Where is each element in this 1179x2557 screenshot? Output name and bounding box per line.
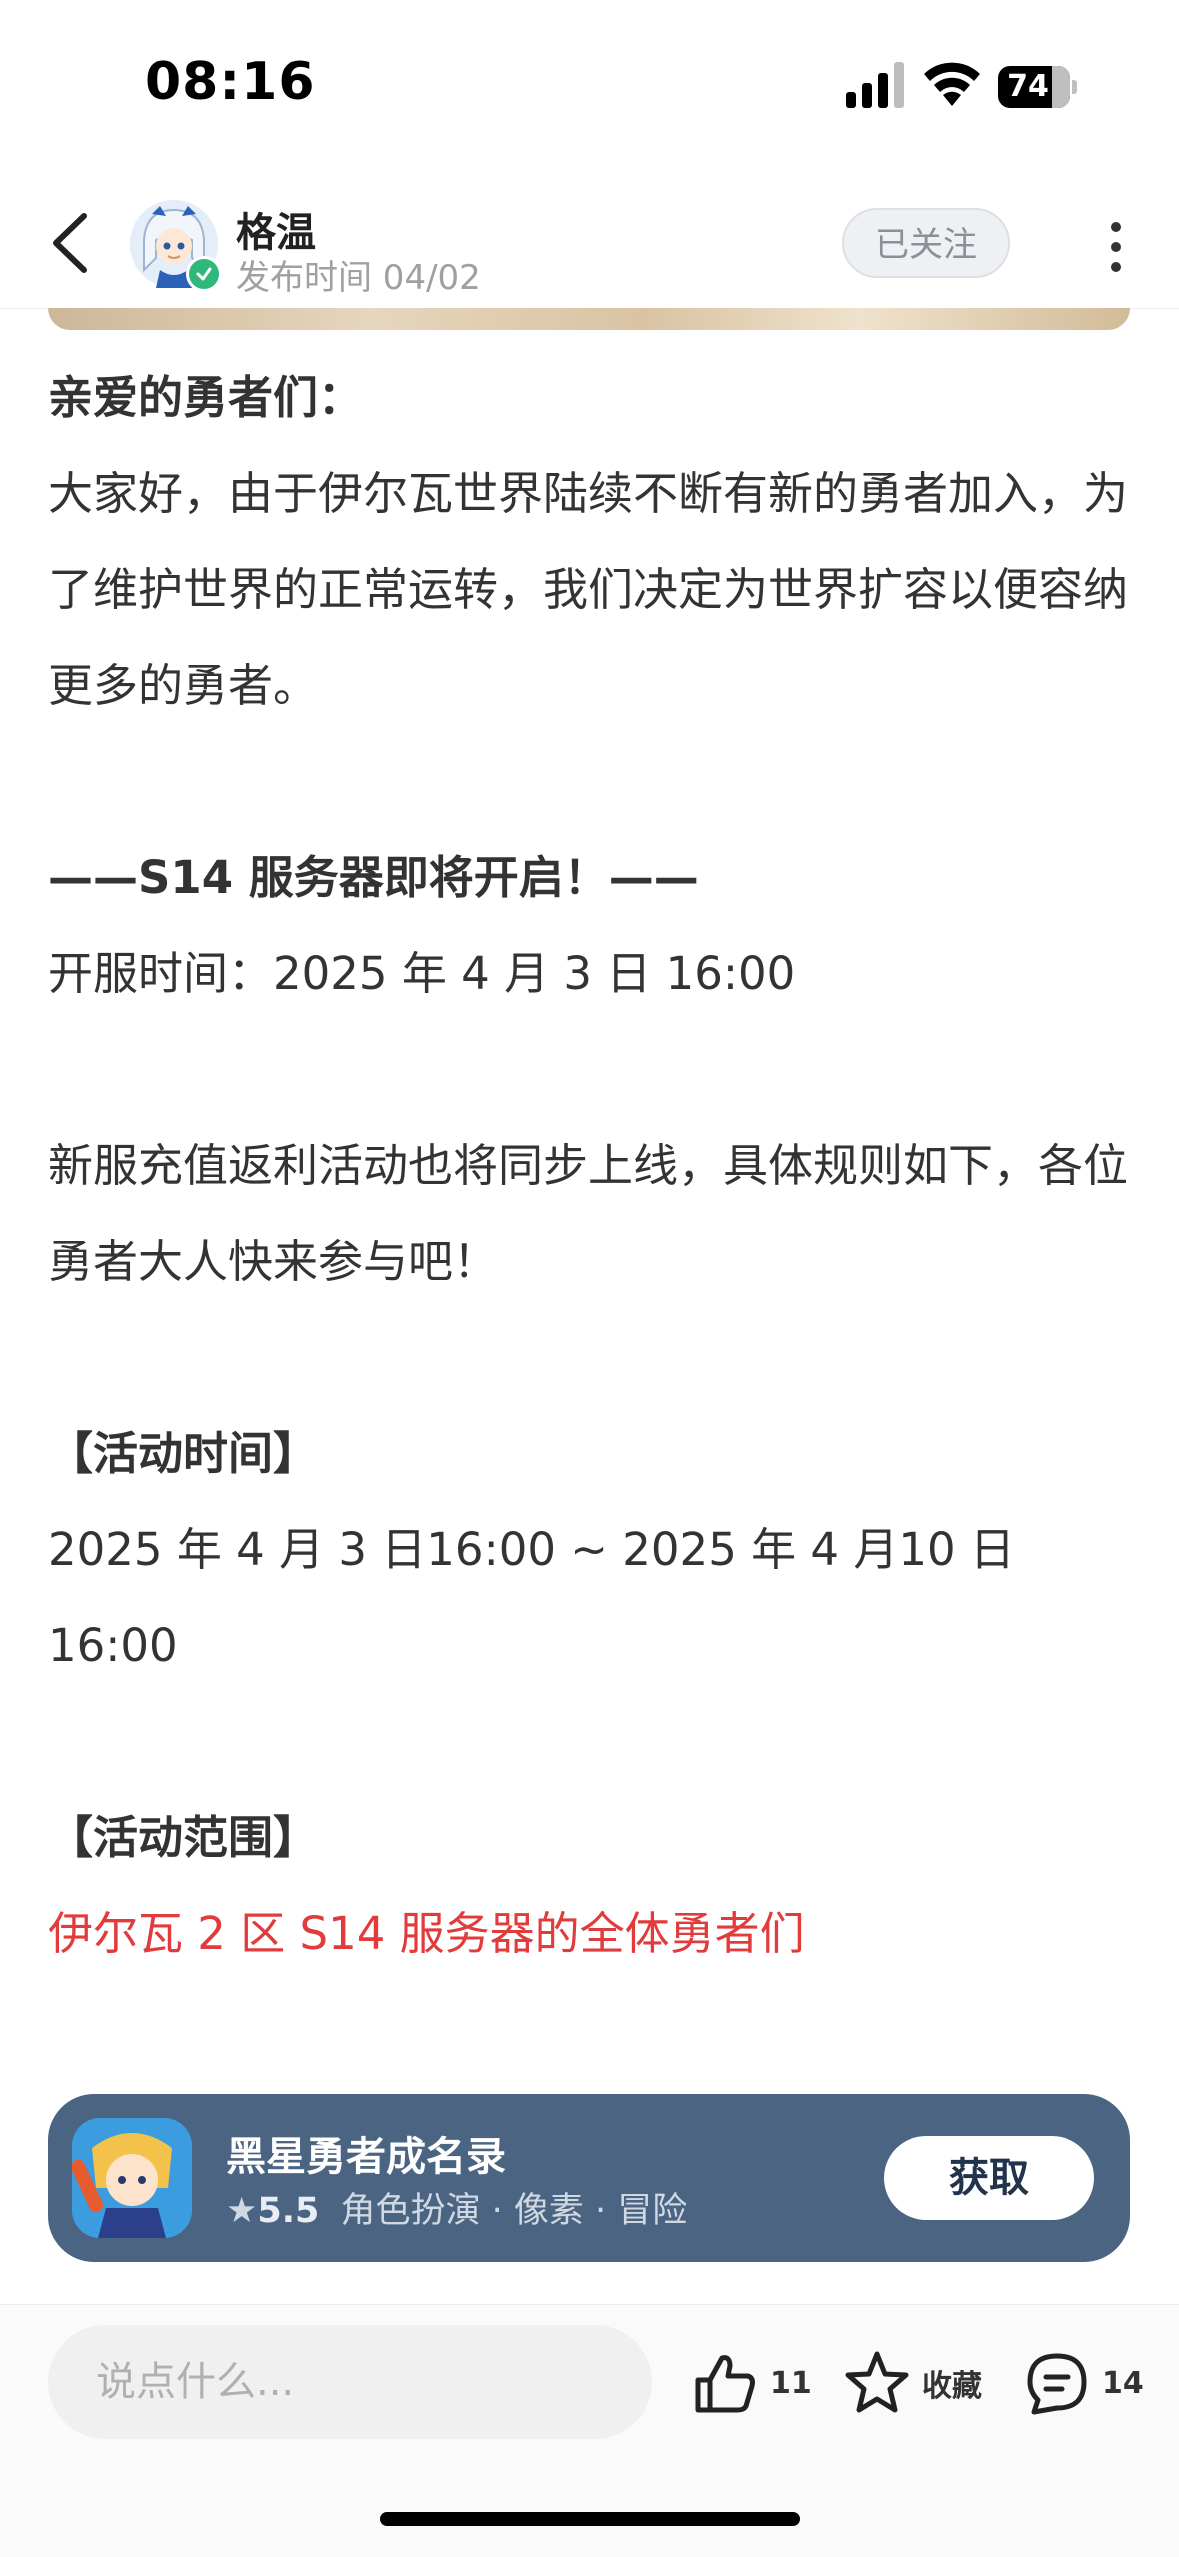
intro-paragraph: 大家好，由于伊尔瓦世界陆续不断有新的勇者加入，为了维护世界的正常运转，我们决定为… <box>48 467 1129 712</box>
cellular-signal-icon <box>846 62 904 108</box>
like-button[interactable]: 11 <box>690 2343 812 2423</box>
app-name: 黑星勇者成名录 <box>226 2134 506 2180</box>
app-rating: 5.5 <box>257 2191 320 2231</box>
greeting: 亲爱的勇者们： <box>48 371 364 424</box>
event-note: 新服充值返利活动也将同步上线，具体规则如下，各位勇者大人快来参与吧！ <box>48 1139 1129 1288</box>
follow-button[interactable]: 已关注 <box>842 208 1010 278</box>
thumbs-up-icon <box>695 2355 755 2413</box>
battery-level: 74 <box>1007 69 1049 104</box>
home-indicator[interactable] <box>380 2512 800 2526</box>
back-button[interactable] <box>40 210 100 276</box>
open-time: 开服时间：2025 年 4 月 3 日 16:00 <box>48 947 796 1000</box>
verified-badge-icon <box>186 256 222 292</box>
status-time: 08:16 <box>145 52 316 112</box>
status-bar: 08:16 74 <box>0 0 1179 170</box>
star-icon: ★ <box>226 2191 258 2231</box>
cover-image <box>48 308 1130 330</box>
like-count: 11 <box>770 2365 812 2401</box>
more-options-button[interactable] <box>1090 214 1140 280</box>
scope-heading: 【活动范围】 <box>48 1811 319 1864</box>
app-icon[interactable] <box>72 2118 192 2238</box>
comment-bubble-icon <box>1027 2353 1087 2415</box>
chevron-left-icon <box>53 213 87 273</box>
dot-icon <box>1111 242 1121 252</box>
game-character-icon <box>72 2118 192 2238</box>
publish-time: 发布时间 04/02 <box>236 258 481 298</box>
article-body: 亲爱的勇者们： 大家好，由于伊尔瓦世界陆续不断有新的勇者加入，为了维护世界的正常… <box>48 350 1138 2174</box>
time-value: 2025 年 4 月 3 日16:00 ~ 2025 年 4 月10 日16:0… <box>48 1523 1015 1672</box>
dot-icon <box>1111 222 1121 232</box>
favorite-label: 收藏 <box>922 2369 982 2404</box>
dot-icon <box>1111 262 1121 272</box>
scope-value: 伊尔瓦 2 区 S14 服务器的全体勇者们 <box>48 1907 805 1960</box>
battery-icon: 74 <box>998 66 1078 108</box>
post-header: 格温 发布时间 04/02 已关注 <box>0 180 1179 309</box>
app-meta: ★5.5 角色扮演 · 像素 · 冒险 <box>226 2182 687 2233</box>
star-outline-icon <box>845 2351 909 2413</box>
app-tags: 角色扮演 · 像素 · 冒险 <box>340 2191 688 2231</box>
comment-button[interactable]: 14 <box>1022 2343 1144 2423</box>
server-heading: ——S14 服务器即将开启！—— <box>48 851 699 904</box>
wifi-icon <box>924 62 980 106</box>
time-heading: 【活动时间】 <box>48 1427 319 1480</box>
get-app-button[interactable]: 获取 <box>884 2136 1094 2220</box>
comment-count: 14 <box>1102 2365 1144 2401</box>
app-card[interactable]: 黑星勇者成名录 ★5.5 角色扮演 · 像素 · 冒险 获取 <box>48 2094 1130 2262</box>
favorite-button[interactable]: 收藏 <box>842 2343 982 2423</box>
comment-input[interactable]: 说点什么... <box>48 2325 652 2439</box>
